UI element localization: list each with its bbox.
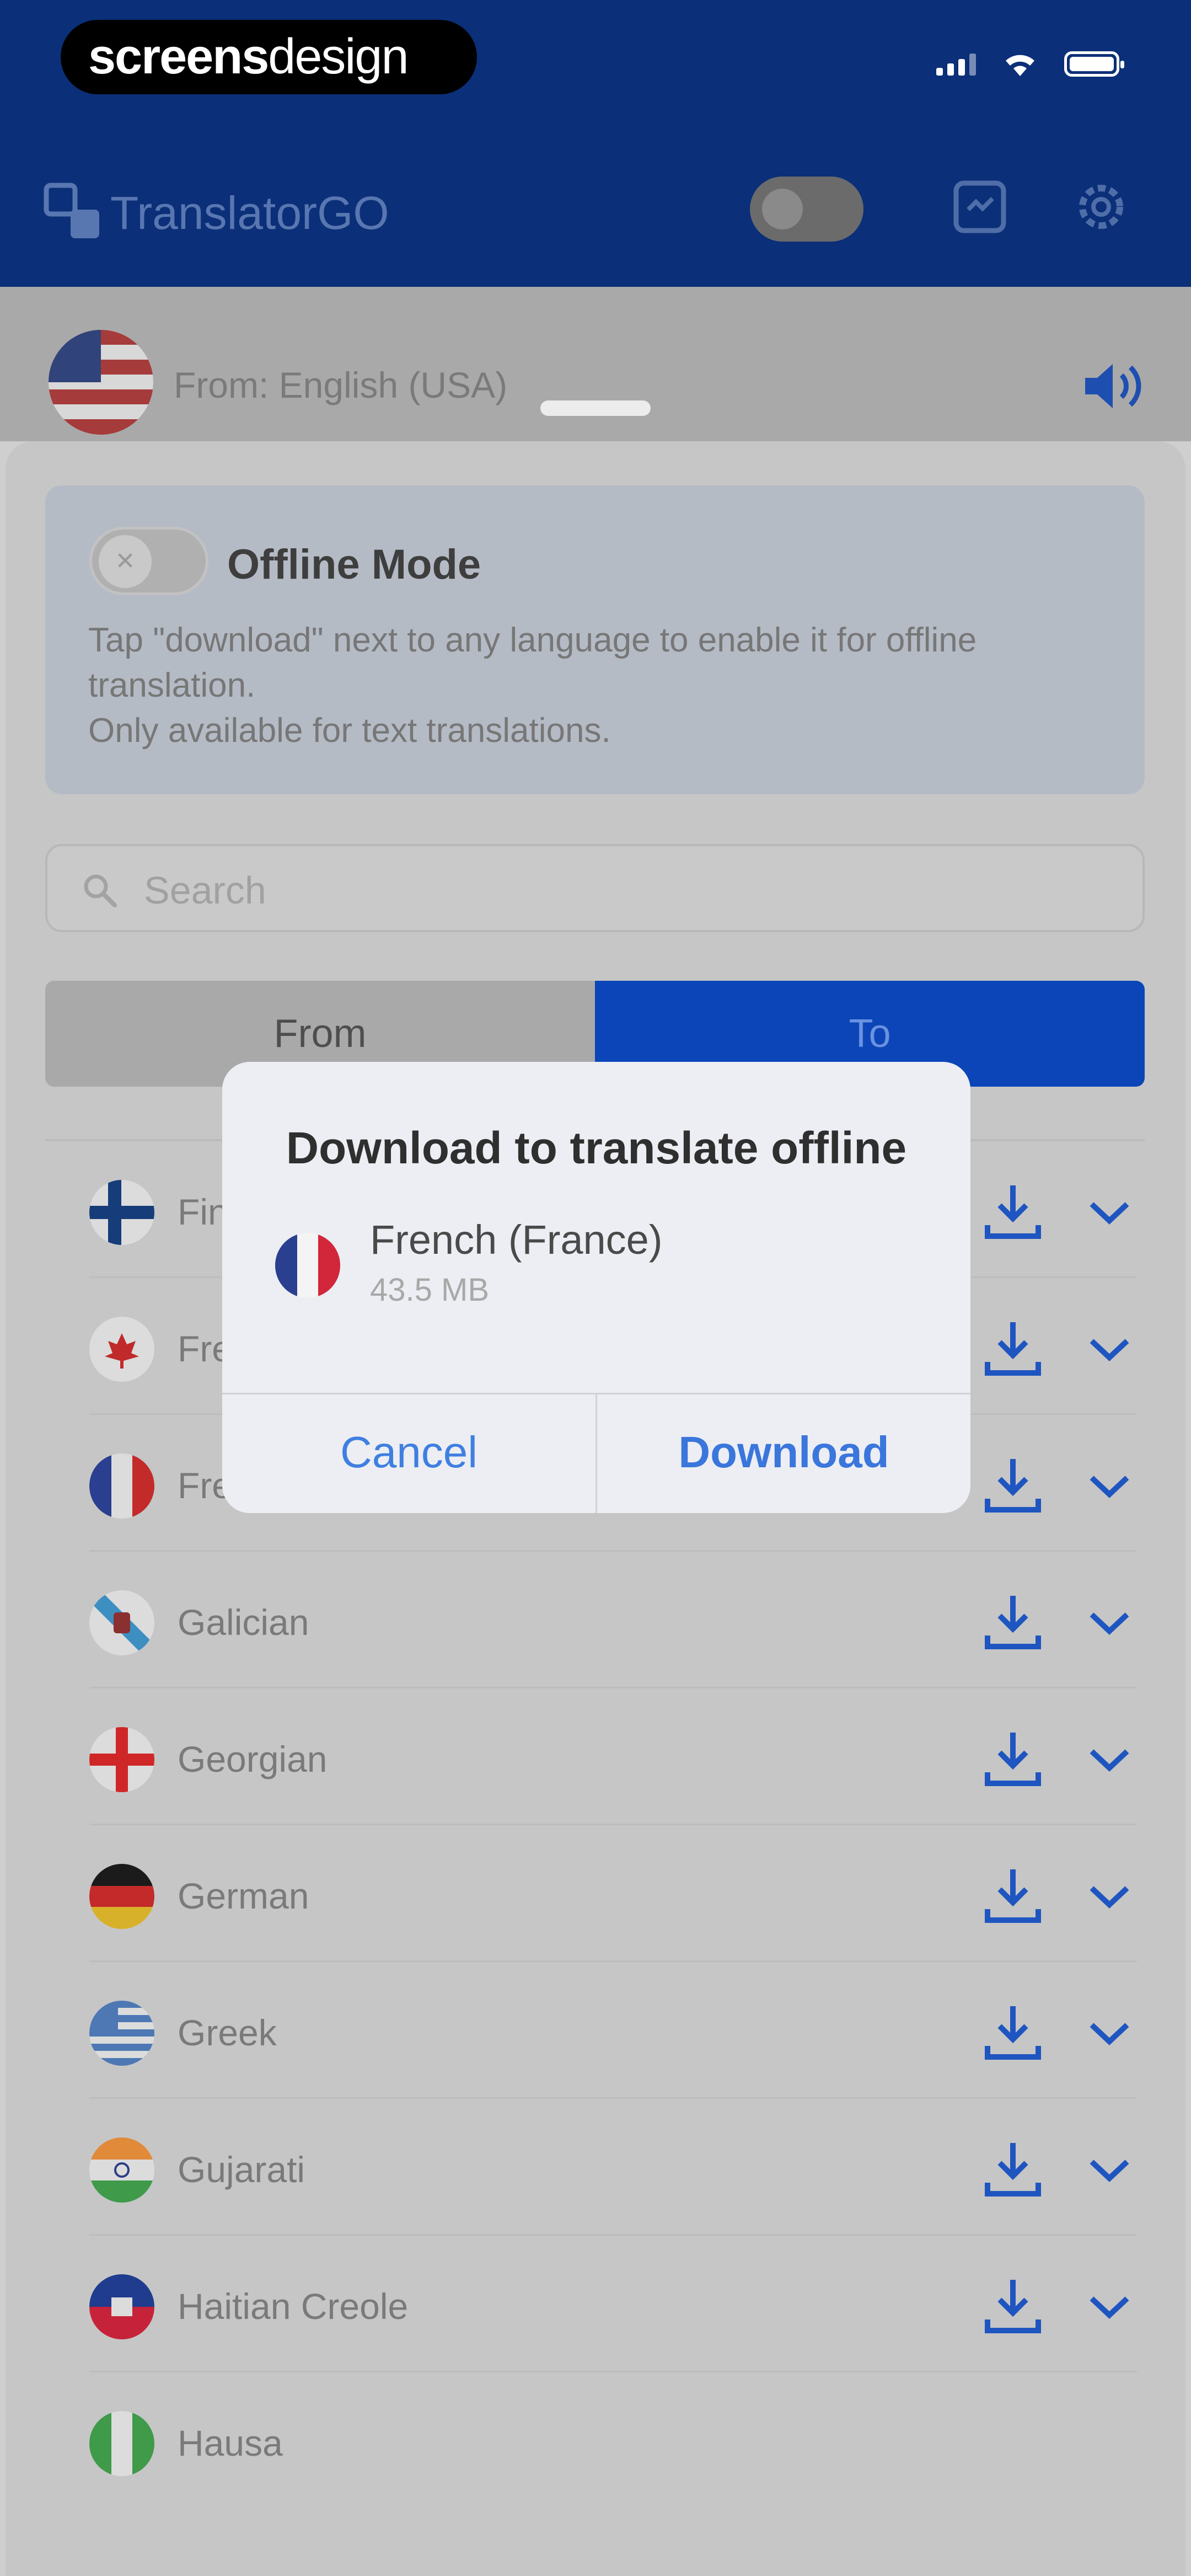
language-name: German	[178, 1875, 309, 1916]
watermark-badge: screensdesign	[61, 20, 477, 94]
download-button[interactable]: Download	[596, 1394, 970, 1513]
download-dialog: Download to translate offline French (Fr…	[222, 1062, 970, 1513]
search-input[interactable]	[144, 863, 1125, 918]
france-flag-icon	[275, 1233, 340, 1298]
history-icon[interactable]	[949, 177, 1010, 237]
download-icon[interactable]	[980, 1316, 1046, 1382]
georgia-flag-icon	[89, 1727, 154, 1792]
chevron-down-icon[interactable]	[1087, 1607, 1131, 1640]
cellular-signal-icon	[936, 52, 976, 76]
chevron-down-icon[interactable]	[1087, 2154, 1131, 2187]
language-row-galician[interactable]: Galician	[89, 1552, 1137, 1688]
speaker-icon[interactable]	[1081, 359, 1147, 414]
language-name: Georgian	[178, 1739, 328, 1779]
france-flag-icon	[89, 1453, 154, 1519]
download-icon[interactable]	[980, 1589, 1046, 1655]
language-name: Galician	[178, 1602, 309, 1643]
download-icon[interactable]	[980, 2136, 1046, 2203]
sheet-grabber[interactable]	[540, 400, 651, 416]
app-logo-icon	[44, 183, 99, 238]
chevron-down-icon[interactable]	[1087, 1470, 1131, 1503]
offline-mode-toggle[interactable]: ✕	[89, 527, 208, 595]
dialog-title: Download to translate offline	[286, 1123, 907, 1173]
app-header: screensdesign TranslatorGO	[0, 0, 1191, 287]
chevron-down-icon[interactable]	[1087, 1880, 1131, 1914]
language-row-haitian-creole[interactable]: Haitian Creole	[89, 2236, 1137, 2372]
download-icon[interactable]	[980, 2273, 1046, 2339]
language-row-georgian[interactable]: Georgian	[89, 1688, 1137, 1825]
offline-description-line-1: Tap "download" next to any language to e…	[88, 621, 977, 704]
offline-description-line-2: Only available for text translations.	[88, 712, 611, 750]
watermark-light: design	[268, 29, 409, 84]
language-row-hausa[interactable]: Hausa	[89, 2372, 1137, 2509]
settings-gear-icon[interactable]	[1071, 177, 1131, 237]
language-row-german[interactable]: German	[89, 1825, 1137, 1962]
download-icon[interactable]	[980, 1179, 1046, 1245]
source-language-row: From: English (USA)	[0, 287, 1191, 441]
chevron-down-icon[interactable]	[1087, 1196, 1131, 1230]
wifi-icon	[1006, 55, 1034, 76]
dialog-language-name: French (France)	[370, 1217, 663, 1263]
app-bar: TranslatorGO	[0, 149, 1191, 287]
search-icon	[84, 874, 117, 907]
app-title: TranslatorGO	[110, 187, 389, 239]
usa-flag-icon	[49, 330, 153, 435]
canada-flag-icon	[89, 1317, 154, 1382]
source-language-label: From: English (USA)	[174, 365, 508, 405]
download-icon[interactable]	[980, 1726, 1046, 1792]
language-name: Gujarati	[178, 2149, 305, 2190]
offline-mode-description: Tap "download" next to any language to e…	[88, 618, 1108, 753]
nigeria-flag-icon	[89, 2411, 154, 2476]
cancel-button[interactable]: Cancel	[222, 1394, 596, 1513]
offline-mode-card: ✕ Offline Mode Tap "download" next to an…	[45, 485, 1145, 794]
search-bar[interactable]	[45, 844, 1145, 932]
language-name: Greek	[178, 2012, 277, 2053]
language-name: Haitian Creole	[178, 2286, 409, 2327]
status-bar	[936, 51, 1124, 77]
battery-icon	[1064, 51, 1124, 77]
close-icon: ✕	[99, 535, 152, 588]
offline-mode-title: Offline Mode	[227, 541, 481, 588]
watermark-bold: screens	[88, 29, 269, 84]
galicia-flag-icon	[89, 1590, 154, 1655]
download-icon[interactable]	[980, 1863, 1046, 1929]
conversation-mode-toggle[interactable]	[750, 177, 863, 242]
download-icon[interactable]	[980, 1452, 1046, 1519]
finland-flag-icon	[89, 1180, 154, 1245]
download-icon[interactable]	[980, 2000, 1046, 2066]
chevron-down-icon[interactable]	[1087, 1744, 1131, 1777]
chevron-down-icon[interactable]	[1087, 2291, 1131, 2324]
language-row-gujarati[interactable]: Gujarati	[89, 2099, 1137, 2236]
dialog-file-size: 43.5 MB	[370, 1272, 489, 1308]
chevron-down-icon[interactable]	[1087, 1333, 1131, 1366]
dialog-actions: Cancel Download	[222, 1393, 970, 1513]
language-row-greek[interactable]: Greek	[89, 1962, 1137, 2099]
greece-flag-icon	[89, 2001, 154, 2066]
chevron-down-icon[interactable]	[1087, 2017, 1131, 2050]
india-flag-icon	[89, 2137, 154, 2203]
language-name: Hausa	[178, 2423, 283, 2463]
germany-flag-icon	[89, 1864, 154, 1929]
haiti-flag-icon	[89, 2274, 154, 2339]
